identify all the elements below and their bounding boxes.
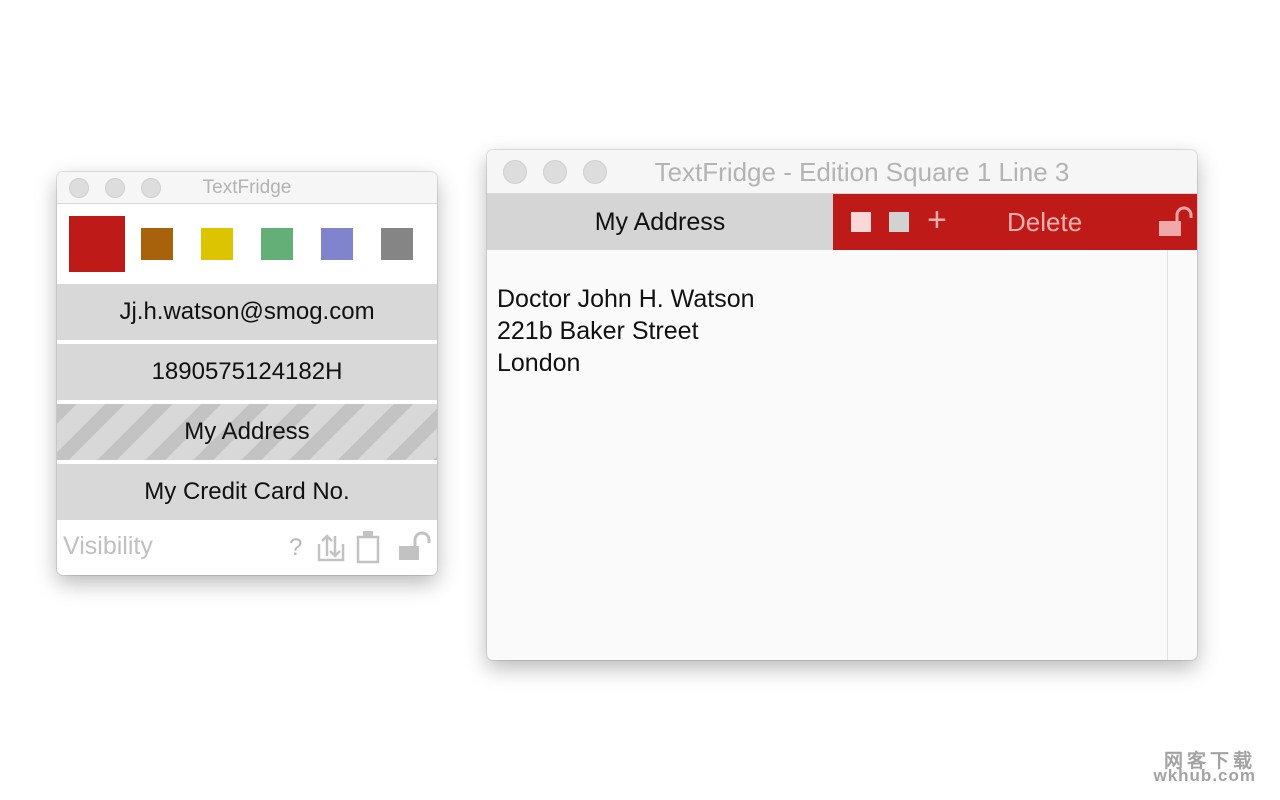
title-bar: TextFridge - Edition Square 1 Line 3: [487, 150, 1197, 194]
import-export-icon[interactable]: [315, 532, 347, 564]
close-window-button[interactable]: [503, 160, 527, 184]
item-row-address-hidden[interactable]: My Address: [57, 404, 437, 460]
square-gray-icon[interactable]: [889, 212, 909, 232]
item-row-email[interactable]: Jj.h.watson@smog.com: [57, 284, 437, 340]
color-swatch-orange[interactable]: [141, 228, 173, 260]
item-label: My Credit Card No.: [144, 478, 350, 505]
color-swatch-blue[interactable]: [321, 228, 353, 260]
delete-button[interactable]: Delete: [1007, 207, 1082, 238]
editor-toolbar: + Delete: [833, 194, 1197, 250]
scrollbar-track[interactable]: [1167, 250, 1168, 660]
textfridge-main-window: TextFridge Jj.h.watson@smog.com 18905751…: [57, 172, 437, 575]
textfridge-editor-window: TextFridge - Edition Square 1 Line 3 My …: [487, 150, 1197, 660]
window-title: TextFridge: [202, 177, 292, 198]
color-swatch-green[interactable]: [261, 228, 293, 260]
title-bar: TextFridge: [57, 172, 437, 204]
item-label: Jj.h.watson@smog.com: [119, 298, 375, 325]
content-text-area[interactable]: Doctor John H. Watson 221b Baker Street …: [497, 283, 755, 379]
watermark-logo-url: wkhub.com: [1153, 766, 1256, 785]
unlock-icon[interactable]: [397, 530, 431, 562]
item-title-field[interactable]: My Address: [487, 194, 833, 250]
item-label: My Address: [184, 418, 310, 445]
color-swatch-yellow[interactable]: [201, 228, 233, 260]
unlock-icon[interactable]: [1157, 204, 1193, 238]
visibility-toggle[interactable]: Visibility: [63, 532, 153, 561]
item-row-credit-card[interactable]: My Credit Card No.: [57, 464, 437, 520]
help-button[interactable]: ?: [289, 534, 302, 562]
square-white-icon[interactable]: [851, 212, 871, 232]
color-swatch-gray[interactable]: [381, 228, 413, 260]
item-title-label: My Address: [594, 207, 726, 236]
color-swatch-red[interactable]: [69, 216, 125, 272]
clipboard-icon[interactable]: [355, 528, 381, 564]
window-title: TextFridge - Edition Square 1 Line 3: [654, 157, 1070, 187]
add-button[interactable]: +: [927, 202, 947, 238]
item-label: 1890575124182H: [151, 358, 343, 385]
footer-bar: Visibility ?: [57, 520, 437, 575]
item-row-id-number[interactable]: 1890575124182H: [57, 344, 437, 400]
